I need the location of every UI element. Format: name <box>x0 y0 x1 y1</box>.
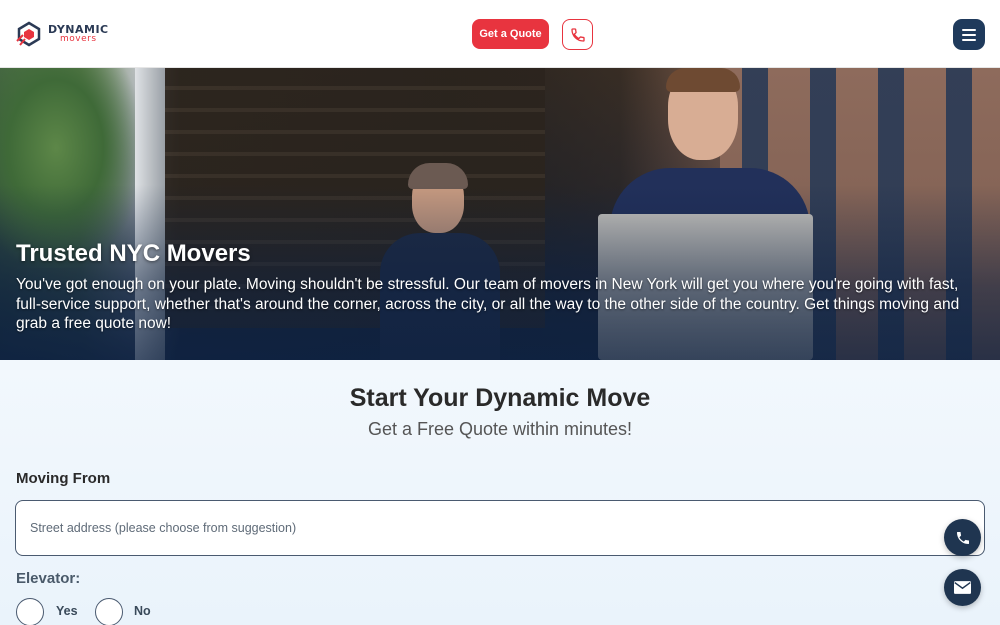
elevator-yes-radio[interactable] <box>16 598 44 625</box>
moving-from-label: Moving From <box>16 470 111 487</box>
form-subtitle: Get a Free Quote within minutes! <box>367 419 633 439</box>
floating-call-button[interactable] <box>944 519 981 556</box>
phone-icon <box>570 27 585 42</box>
hamburger-menu-icon <box>962 28 976 31</box>
get-quote-button[interactable]: Get a Quote <box>472 19 549 49</box>
elevator-yes-label[interactable]: Yes <box>56 604 78 618</box>
logo-icon <box>16 21 42 47</box>
moving-from-address-input[interactable] <box>15 500 985 556</box>
elevator-label: Elevator: <box>16 570 81 587</box>
logo[interactable]: DYNAMIC movers <box>16 20 109 48</box>
site-header: DYNAMIC movers Get a Quote <box>0 0 1000 68</box>
menu-button[interactable] <box>953 19 985 50</box>
form-title: Start Your Dynamic Move <box>349 384 651 412</box>
call-button[interactable] <box>562 19 593 50</box>
elevator-no-radio[interactable] <box>95 598 123 625</box>
hero-title: Trusted NYC Movers <box>16 240 251 267</box>
elevator-no-label[interactable]: No <box>134 604 151 618</box>
logo-subtext: movers <box>60 34 97 44</box>
envelope-icon <box>954 581 971 594</box>
hero-banner: Trusted NYC Movers You've got enough on … <box>0 68 1000 360</box>
quote-form-section: Start Your Dynamic Move Get a Free Quote… <box>0 360 1000 625</box>
hero-description: You've got enough on your plate. Moving … <box>16 276 960 332</box>
floating-email-button[interactable] <box>944 569 981 606</box>
phone-icon <box>956 531 969 544</box>
